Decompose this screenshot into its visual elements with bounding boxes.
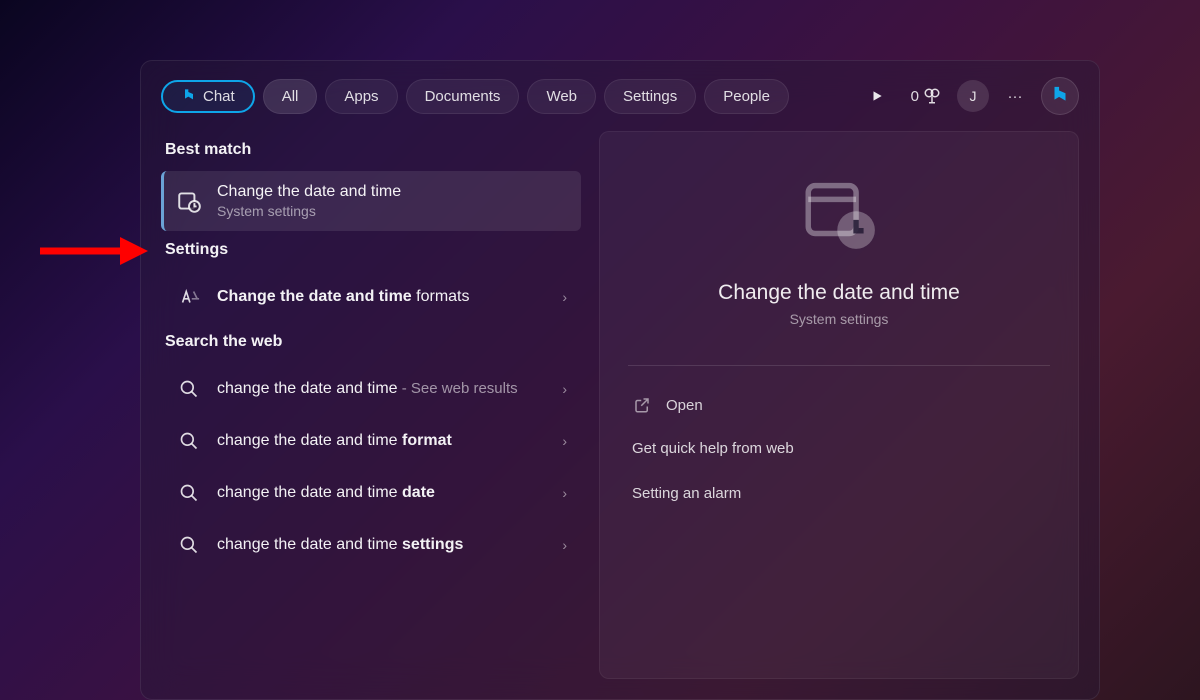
results-column: Best match Change the date and time Syst…: [161, 131, 581, 679]
search-body: Best match Change the date and time Syst…: [141, 131, 1099, 699]
settings-result-formats[interactable]: Change the date and time formats ›: [161, 271, 581, 323]
tab-apps[interactable]: Apps: [325, 79, 397, 114]
web-result-text: change the date and time settings: [217, 536, 538, 554]
chevron-right-icon: ›: [552, 381, 567, 397]
search-icon: [175, 531, 203, 559]
best-match-subtitle: System settings: [217, 203, 567, 219]
preview-subtitle: System settings: [790, 311, 889, 327]
more-options[interactable]: ···: [997, 78, 1033, 114]
chevron-right-icon: ›: [552, 433, 567, 449]
search-icon: [175, 427, 203, 455]
play-icon[interactable]: [859, 78, 895, 114]
web-result-text: change the date and time - See web resul…: [217, 380, 538, 398]
date-time-icon: [175, 187, 203, 215]
quick-help-header: Get quick help from web: [628, 426, 1050, 471]
rewards-icon: [923, 87, 941, 105]
rewards-count: 0: [911, 88, 919, 105]
chevron-right-icon: ›: [552, 485, 567, 501]
web-result-text: change the date and time format: [217, 432, 538, 450]
preview-title: Change the date and time: [718, 281, 960, 305]
help-link-setting-alarm[interactable]: Setting an alarm: [628, 471, 1050, 516]
web-result-date[interactable]: change the date and time date ›: [161, 467, 581, 519]
bing-button[interactable]: [1041, 77, 1079, 115]
web-result-see-results[interactable]: change the date and time - See web resul…: [161, 363, 581, 415]
font-icon: [175, 283, 203, 311]
section-best-match: Best match: [161, 131, 581, 171]
best-match-item[interactable]: Change the date and time System settings: [161, 171, 581, 231]
tab-chat-label: Chat: [203, 88, 235, 105]
web-result-settings[interactable]: change the date and time settings ›: [161, 519, 581, 571]
bing-chat-icon: [181, 88, 197, 104]
search-icon: [175, 375, 203, 403]
chevron-right-icon: ›: [552, 289, 567, 305]
tab-web[interactable]: Web: [527, 79, 596, 114]
open-label: Open: [666, 397, 703, 414]
preview-header: Change the date and time System settings: [628, 162, 1050, 355]
top-tab-bar: Chat All Apps Documents Web Settings Peo…: [141, 61, 1099, 131]
search-panel: Chat All Apps Documents Web Settings Peo…: [140, 60, 1100, 700]
rewards-button[interactable]: 0: [903, 87, 949, 105]
section-settings: Settings: [161, 231, 581, 271]
annotation-arrow: [40, 233, 150, 269]
web-result-text: change the date and time date: [217, 484, 538, 502]
divider: [628, 365, 1050, 366]
chevron-right-icon: ›: [552, 537, 567, 553]
date-time-large-icon: [798, 172, 880, 259]
open-icon: [632, 396, 652, 414]
tab-chat[interactable]: Chat: [161, 80, 255, 113]
web-result-format[interactable]: change the date and time format ›: [161, 415, 581, 467]
preview-pane: Change the date and time System settings…: [599, 131, 1079, 679]
best-match-title: Change the date and time: [217, 183, 567, 201]
section-search-web: Search the web: [161, 323, 581, 363]
search-icon: [175, 479, 203, 507]
user-avatar[interactable]: J: [957, 80, 989, 112]
tab-people[interactable]: People: [704, 79, 789, 114]
tab-all[interactable]: All: [263, 79, 318, 114]
open-action[interactable]: Open: [628, 384, 1050, 426]
bing-icon: [1049, 85, 1071, 107]
tab-settings[interactable]: Settings: [604, 79, 696, 114]
tab-documents[interactable]: Documents: [406, 79, 520, 114]
settings-result-title: Change the date and time formats: [217, 288, 538, 306]
